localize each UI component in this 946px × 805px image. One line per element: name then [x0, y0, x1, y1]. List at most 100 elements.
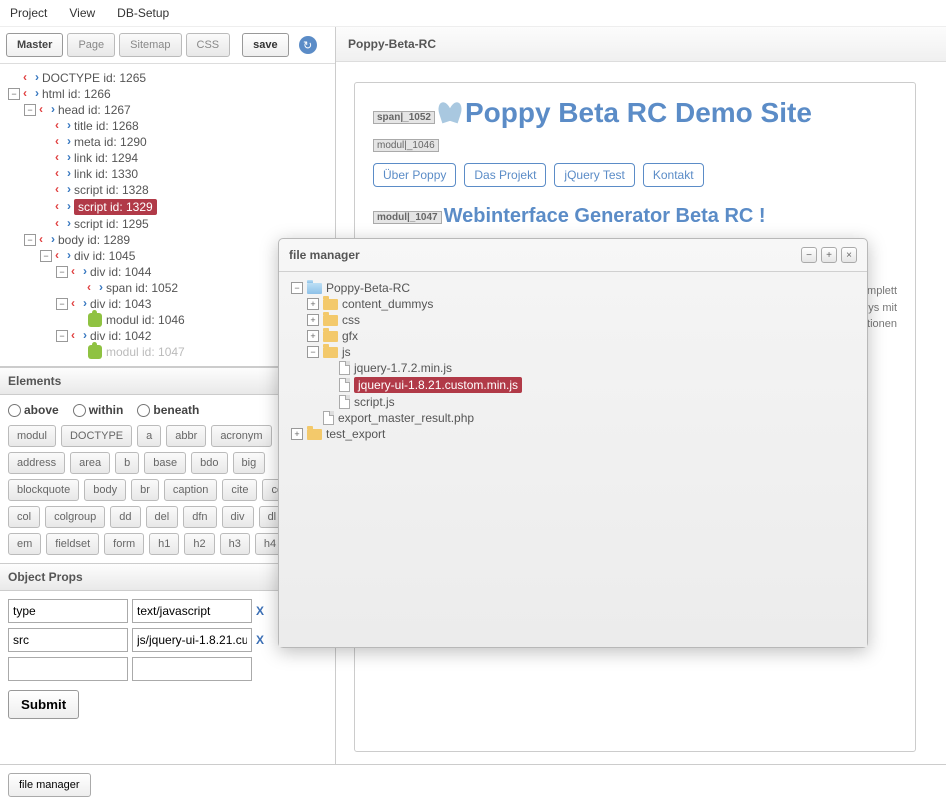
file-tree-node[interactable]: +content_dummys	[285, 296, 861, 312]
prop-key-input[interactable]	[8, 599, 128, 623]
prop-value-input[interactable]	[132, 628, 252, 652]
tree-toggle-icon[interactable]: −	[24, 234, 36, 246]
tag-button[interactable]: h2	[184, 533, 214, 555]
tag-button[interactable]: caption	[164, 479, 217, 501]
tag-button[interactable]: div	[222, 506, 254, 528]
tree-node[interactable]: −html id: 1266	[4, 86, 331, 102]
tag-button[interactable]: base	[144, 452, 186, 474]
tree-node[interactable]: meta id: 1290	[4, 134, 331, 150]
tag-button[interactable]: blockquote	[8, 479, 79, 501]
tag-button[interactable]: body	[84, 479, 126, 501]
tag-button[interactable]: big	[233, 452, 266, 474]
tree-node[interactable]: title id: 1268	[4, 118, 331, 134]
tree-node[interactable]: link id: 1330	[4, 166, 331, 182]
tree-node[interactable]: script id: 1329	[4, 198, 331, 216]
tag-button[interactable]: h3	[220, 533, 250, 555]
tree-node-label: div id: 1044	[90, 265, 151, 279]
file-tree-node[interactable]: export_master_result.php	[285, 410, 861, 426]
tag-button[interactable]: abbr	[166, 425, 206, 447]
folder-icon	[323, 315, 338, 326]
file-tree-node[interactable]: +css	[285, 312, 861, 328]
file-tree-node[interactable]: script.js	[285, 394, 861, 410]
tag-button[interactable]: br	[131, 479, 159, 501]
tag-button[interactable]: fieldset	[46, 533, 99, 555]
tag-button[interactable]: h1	[149, 533, 179, 555]
tag-button[interactable]: cite	[222, 479, 257, 501]
close-icon[interactable]: ×	[841, 247, 857, 263]
tree-toggle-icon[interactable]: +	[307, 298, 319, 310]
file-tree-node[interactable]: jquery-1.7.2.min.js	[285, 360, 861, 376]
tag-button[interactable]: acronym	[211, 425, 271, 447]
tag-button[interactable]: bdo	[191, 452, 227, 474]
tag-button[interactable]: a	[137, 425, 161, 447]
minimize-icon[interactable]: −	[801, 247, 817, 263]
prop-key-input[interactable]	[8, 628, 128, 652]
file-manager-dialog[interactable]: file manager − + × −Poppy-Beta-RC+conten…	[278, 238, 868, 648]
tag-button[interactable]: dfn	[183, 506, 216, 528]
overlay-nav-tag[interactable]: modul|_1046	[373, 139, 439, 152]
delete-prop-icon[interactable]: X	[256, 604, 264, 618]
dialog-titlebar[interactable]: file manager − + ×	[279, 239, 867, 272]
tree-node-label: body id: 1289	[58, 233, 130, 247]
nav-link[interactable]: Kontakt	[643, 163, 704, 187]
file-tree-node[interactable]: +test_export	[285, 426, 861, 442]
tree-toggle-icon[interactable]: −	[56, 266, 68, 278]
tree-toggle-icon[interactable]: −	[40, 250, 52, 262]
tree-node[interactable]: script id: 1295	[4, 216, 331, 232]
tag-button[interactable]: del	[146, 506, 179, 528]
overlay-span-tag[interactable]: span|_1052	[373, 111, 435, 124]
tag-icon	[40, 105, 54, 115]
tag-button[interactable]: address	[8, 452, 65, 474]
radio-above[interactable]: above	[8, 403, 59, 417]
prop-value-input[interactable]	[132, 599, 252, 623]
tree-toggle-icon[interactable]: −	[24, 104, 36, 116]
file-tree-node[interactable]: −Poppy-Beta-RC	[285, 280, 861, 296]
maximize-icon[interactable]: +	[821, 247, 837, 263]
menu-project[interactable]: Project	[10, 6, 47, 20]
tree-toggle-icon[interactable]: −	[291, 282, 303, 294]
file-tree-node[interactable]: jquery-ui-1.8.21.custom.min.js	[285, 376, 861, 394]
tag-button[interactable]: dd	[110, 506, 140, 528]
tab-sitemap[interactable]: Sitemap	[119, 33, 181, 57]
save-button[interactable]: save	[242, 33, 288, 57]
radio-within[interactable]: within	[73, 403, 124, 417]
tab-css[interactable]: CSS	[186, 33, 231, 57]
nav-link[interactable]: jQuery Test	[554, 163, 634, 187]
nav-link[interactable]: Das Projekt	[464, 163, 546, 187]
submit-button[interactable]: Submit	[8, 690, 79, 719]
tag-button[interactable]: area	[70, 452, 110, 474]
tag-button[interactable]: form	[104, 533, 144, 555]
tree-node[interactable]: script id: 1328	[4, 182, 331, 198]
delete-prop-icon[interactable]: X	[256, 633, 264, 647]
tag-button[interactable]: col	[8, 506, 40, 528]
tree-toggle-icon[interactable]: +	[291, 428, 303, 440]
menu-dbsetup[interactable]: DB-Setup	[117, 6, 169, 20]
tree-toggle-icon[interactable]: +	[307, 330, 319, 342]
tag-button[interactable]: b	[115, 452, 139, 474]
tree-node[interactable]: DOCTYPE id: 1265	[4, 70, 331, 86]
menu-view[interactable]: View	[69, 6, 95, 20]
prop-value-input[interactable]	[132, 657, 252, 681]
tab-master[interactable]: Master	[6, 33, 63, 57]
radio-beneath[interactable]: beneath	[137, 403, 199, 417]
tag-button[interactable]: DOCTYPE	[61, 425, 132, 447]
tree-node[interactable]: link id: 1294	[4, 150, 331, 166]
tab-page[interactable]: Page	[67, 33, 115, 57]
tree-toggle-icon[interactable]: −	[8, 88, 20, 100]
file-tree[interactable]: −Poppy-Beta-RC+content_dummys+css+gfx−js…	[279, 272, 867, 647]
tree-toggle-icon[interactable]: −	[307, 346, 319, 358]
file-tree-node[interactable]: −js	[285, 344, 861, 360]
prop-key-input[interactable]	[8, 657, 128, 681]
overlay-h2-tag[interactable]: modul|_1047	[373, 211, 442, 224]
file-tree-node[interactable]: +gfx	[285, 328, 861, 344]
tag-button[interactable]: em	[8, 533, 41, 555]
tree-toggle-icon[interactable]: +	[307, 314, 319, 326]
tree-toggle-icon[interactable]: −	[56, 298, 68, 310]
tree-toggle-icon[interactable]: −	[56, 330, 68, 342]
tree-node[interactable]: −head id: 1267	[4, 102, 331, 118]
tag-button[interactable]: modul	[8, 425, 56, 447]
refresh-icon[interactable]	[299, 36, 317, 54]
tag-button[interactable]: colgroup	[45, 506, 105, 528]
nav-link[interactable]: Über Poppy	[373, 163, 456, 187]
file-manager-button[interactable]: file manager	[8, 773, 91, 797]
